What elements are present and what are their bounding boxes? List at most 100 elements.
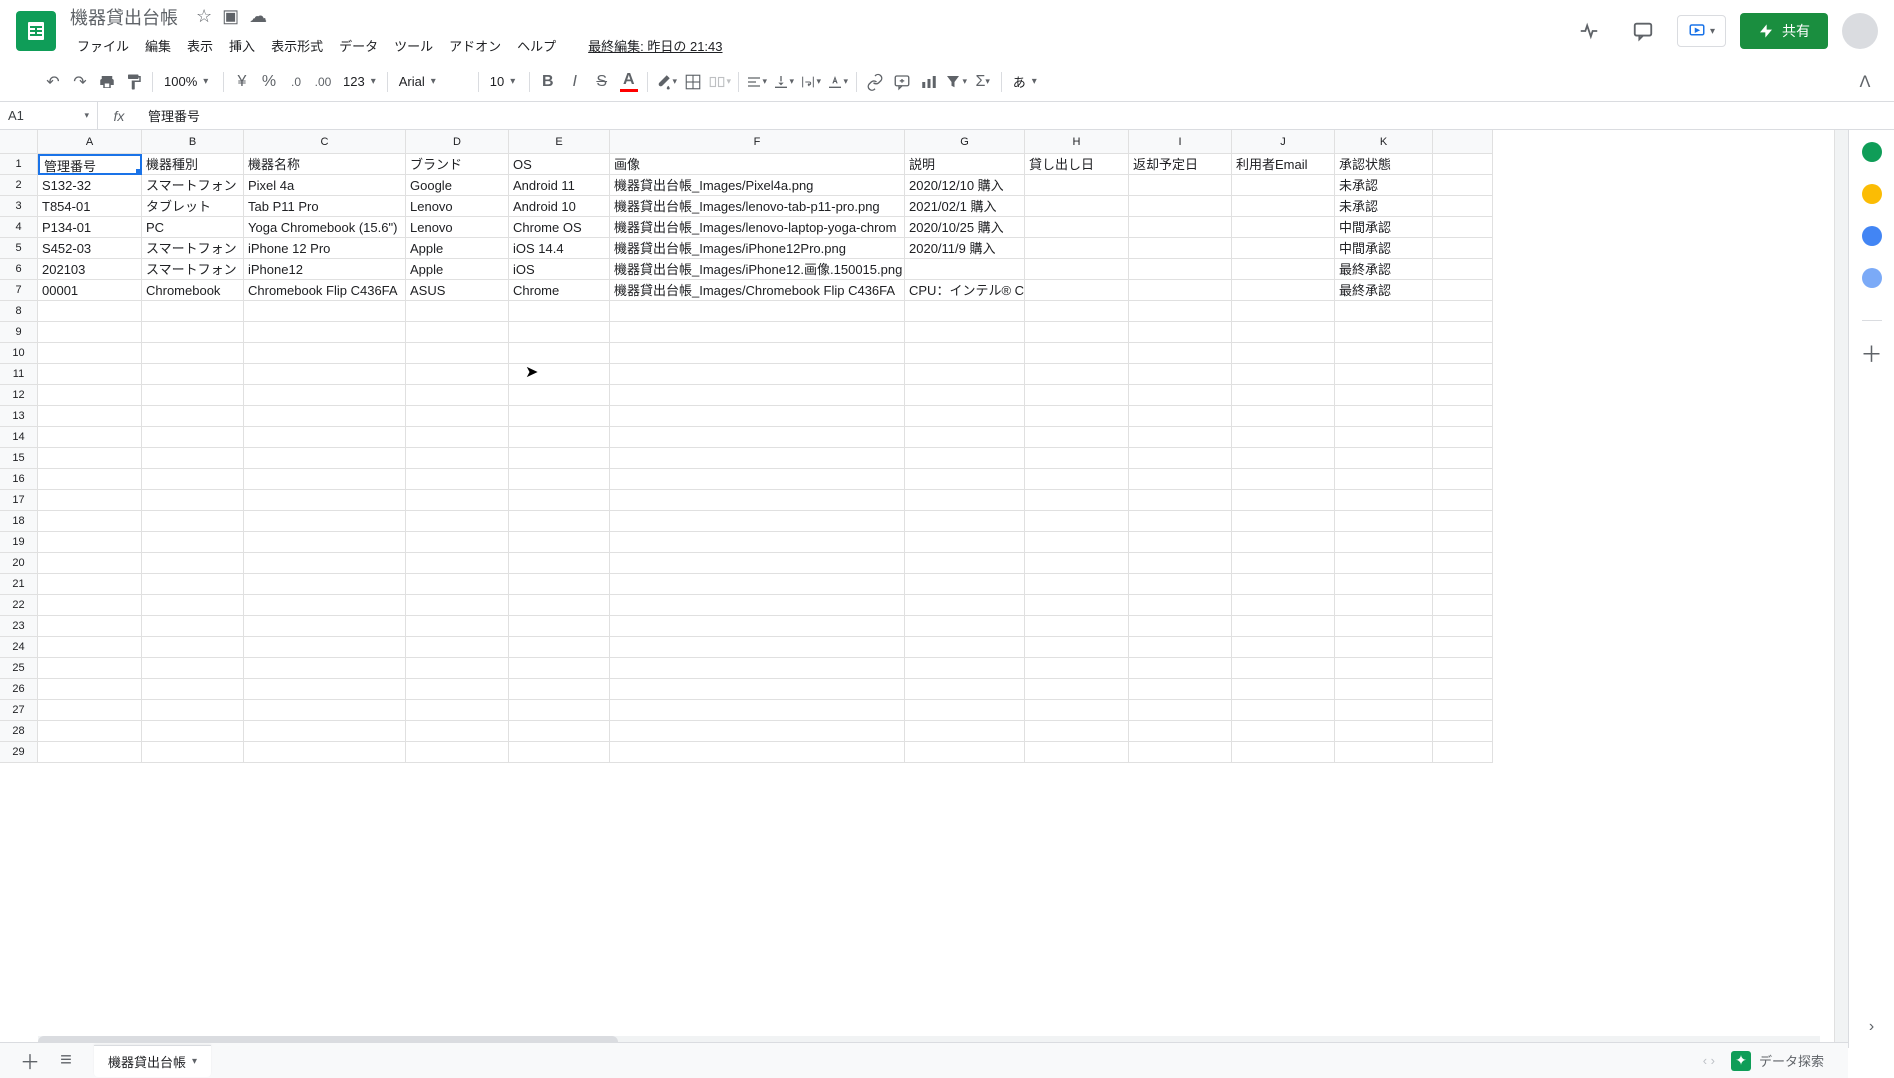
cell[interactable]: iPhone12 [244,259,406,280]
cell[interactable] [1335,406,1433,427]
cell[interactable] [1433,616,1493,637]
star-icon[interactable]: ☆ [196,6,212,27]
row-header[interactable]: 8 [0,301,38,322]
cell[interactable] [244,658,406,679]
cell[interactable] [1232,532,1335,553]
cell[interactable] [610,658,905,679]
last-edit-link[interactable]: 最終編集: 昨日の 21:43 [581,32,729,59]
cell[interactable] [610,343,905,364]
cell[interactable] [509,553,610,574]
cell[interactable] [1335,679,1433,700]
cell[interactable] [244,448,406,469]
row-header[interactable]: 14 [0,427,38,448]
vertical-align-button[interactable]: ▾ [771,69,797,95]
cell[interactable] [406,700,509,721]
cell[interactable] [244,532,406,553]
cell[interactable] [244,322,406,343]
sheets-logo[interactable] [16,11,56,51]
account-avatar[interactable] [1842,13,1878,49]
cell[interactable] [1433,406,1493,427]
cell[interactable]: 未承認 [1335,175,1433,196]
cell[interactable] [406,679,509,700]
cell[interactable] [905,595,1025,616]
cell[interactable] [1129,301,1232,322]
cell[interactable] [38,385,142,406]
cell[interactable] [905,490,1025,511]
cell[interactable]: Chrome OS [509,217,610,238]
cell[interactable] [142,469,244,490]
cell[interactable] [1129,490,1232,511]
cell[interactable] [142,532,244,553]
cell[interactable] [1232,238,1335,259]
cell[interactable]: 2020/10/25 購入 [905,217,1025,238]
cell[interactable]: 未承認 [1335,196,1433,217]
menu-item[interactable]: ファイル [70,32,136,59]
cell[interactable] [142,322,244,343]
column-header[interactable]: G [905,130,1025,154]
cell[interactable]: 2020/11/9 購入 [905,238,1025,259]
cell[interactable] [1433,217,1493,238]
cell[interactable] [142,742,244,763]
cell[interactable] [142,448,244,469]
cell[interactable] [1335,700,1433,721]
cell[interactable] [1025,322,1129,343]
cell[interactable] [406,490,509,511]
collapse-side-panel-button[interactable]: › [1869,1018,1874,1036]
text-rotation-button[interactable]: ▾ [825,69,851,95]
cell[interactable]: 画像 [610,154,905,175]
cell[interactable] [1232,679,1335,700]
cell[interactable] [1025,343,1129,364]
cell[interactable] [610,364,905,385]
cell[interactable]: 機器名称 [244,154,406,175]
cell[interactable] [1232,721,1335,742]
cell[interactable]: S132-32 [38,175,142,196]
cell[interactable] [142,343,244,364]
comments-icon[interactable] [1623,11,1663,51]
cell[interactable] [1433,427,1493,448]
cell[interactable] [1232,448,1335,469]
row-header[interactable]: 10 [0,343,38,364]
cell[interactable] [38,427,142,448]
menu-item[interactable]: データ [332,32,385,59]
document-title[interactable]: 機器貸出台帳 [70,4,178,30]
cell[interactable] [38,637,142,658]
cell[interactable] [610,532,905,553]
cell[interactable]: Pixel 4a [244,175,406,196]
number-format-dropdown[interactable]: 123▾ [337,69,382,95]
cell[interactable] [905,469,1025,490]
cell[interactable] [406,637,509,658]
cell[interactable] [1335,511,1433,532]
cell[interactable]: Lenovo [406,196,509,217]
cell[interactable] [610,490,905,511]
cell[interactable] [1232,553,1335,574]
cell[interactable] [142,553,244,574]
cell[interactable] [509,595,610,616]
cell[interactable] [1232,280,1335,301]
cell[interactable] [1129,679,1232,700]
text-color-button[interactable]: A [616,69,642,95]
cell[interactable] [1025,301,1129,322]
decrease-decimal-button[interactable]: .0 [283,69,309,95]
cell[interactable]: ASUS [406,280,509,301]
cell[interactable] [1025,553,1129,574]
cell[interactable]: Lenovo [406,217,509,238]
cell[interactable] [142,721,244,742]
cell[interactable]: 機器貸出台帳_Images/iPhone12.画像.150015.png [610,259,905,280]
cell[interactable]: Chromebook Flip C436FA [244,280,406,301]
cell[interactable] [406,721,509,742]
cell[interactable] [610,595,905,616]
column-header[interactable] [1433,130,1493,154]
row-header[interactable]: 2 [0,175,38,196]
cell[interactable] [142,595,244,616]
share-button[interactable]: 共有 [1740,13,1828,49]
cell[interactable] [1129,259,1232,280]
cell[interactable] [1025,364,1129,385]
cell[interactable] [610,679,905,700]
cell[interactable] [406,406,509,427]
cell[interactable] [1025,280,1129,301]
cell[interactable] [1129,322,1232,343]
cell[interactable] [38,322,142,343]
cell[interactable]: OS [509,154,610,175]
cell[interactable] [244,721,406,742]
cell[interactable] [142,406,244,427]
